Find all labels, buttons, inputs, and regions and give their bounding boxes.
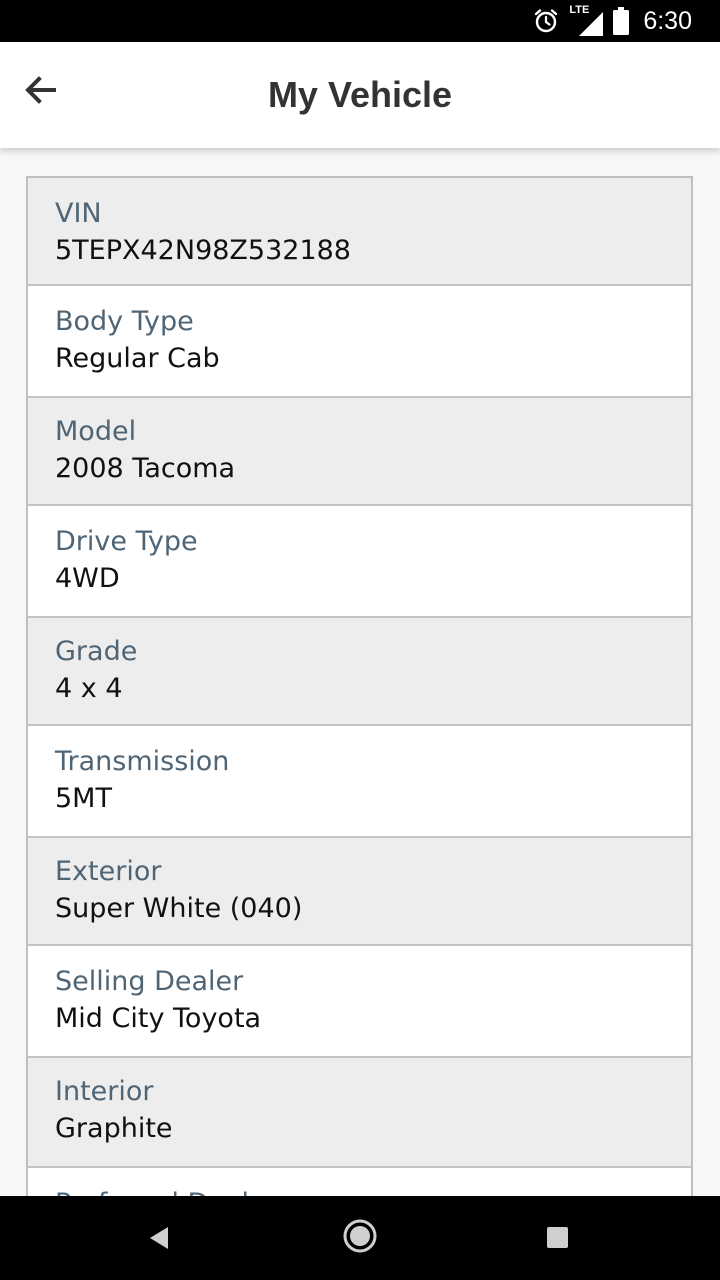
detail-value: Graphite [55,1113,173,1144]
detail-label: Transmission [55,746,230,777]
app-bar: My Vehicle [0,42,720,148]
vehicle-details-card: VIN 5TEPX42N98Z532188 Body Type Regular … [26,176,693,1196]
nav-back-button[interactable] [146,1218,172,1262]
system-nav-bar [0,1196,720,1280]
detail-value: 4 x 4 [55,673,123,704]
signal-icon [579,12,604,36]
signal-group: LTE [569,4,604,36]
detail-label: Selling Dealer [55,966,244,997]
detail-row-grade: Grade 4 x 4 [28,618,691,726]
status-bar: LTE 6:30 [0,0,720,42]
detail-row-selling-dealer: Selling Dealer Mid City Toyota [28,946,691,1058]
detail-label: VIN [55,198,102,229]
detail-label: Model [55,416,137,447]
recents-square-icon [547,1227,568,1248]
detail-label: Drive Type [55,526,198,557]
detail-value: 5TEPX42N98Z532188 [55,235,351,266]
detail-value: 4WD [55,563,120,594]
detail-value: 5MT [55,783,112,814]
nav-recents-button[interactable] [546,1226,570,1254]
detail-value: Mid City Toyota [55,1003,262,1034]
detail-row-drive-type: Drive Type 4WD [28,506,691,618]
status-time: 6:30 [643,6,692,35]
battery-icon [613,7,630,35]
page-title: My Vehicle [267,74,453,115]
nav-home-button[interactable] [340,1216,380,1260]
alarm-icon [535,9,558,33]
detail-row-model: Model 2008 Tacoma [28,398,691,506]
detail-value: Super White (040) [55,893,303,924]
detail-row-transmission: Transmission 5MT [28,726,691,838]
detail-label: Body Type [55,306,194,337]
home-circle-icon [343,1219,377,1253]
detail-label: Grade [55,636,138,667]
status-icons: LTE 6:30 [523,0,692,42]
detail-label: Preferred Dealer [55,1186,691,1196]
detail-row-preferred-dealer: Preferred Dealer [28,1168,691,1196]
detail-row-interior: Interior Graphite [28,1058,691,1168]
detail-label: Exterior [55,856,162,887]
vehicle-details-scroll[interactable]: VIN 5TEPX42N98Z532188 Body Type Regular … [0,148,720,1196]
detail-value: 2008 Tacoma [55,453,236,484]
back-triangle-icon [150,1227,168,1249]
detail-row-vin: VIN 5TEPX42N98Z532188 [28,178,691,286]
detail-value: Regular Cab [55,343,220,374]
detail-row-body-type: Body Type Regular Cab [28,286,691,398]
detail-row-exterior: Exterior Super White (040) [28,838,691,946]
detail-label: Interior [55,1076,154,1107]
